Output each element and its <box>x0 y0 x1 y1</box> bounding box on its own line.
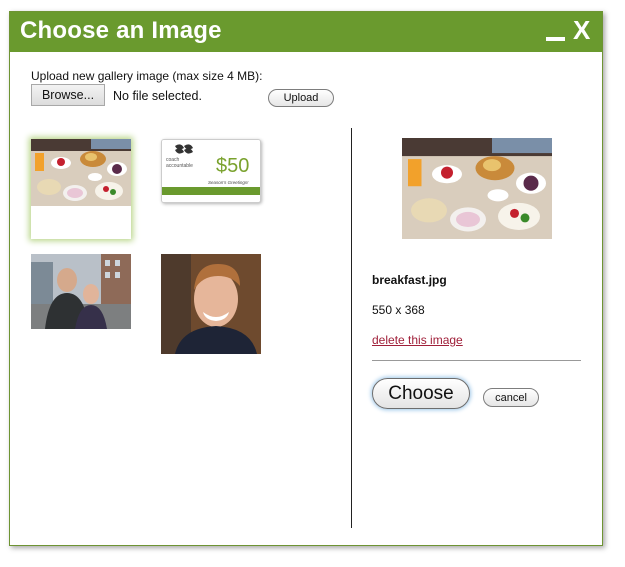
svg-text:accountable: accountable <box>166 163 193 169</box>
thumbnail-breakfast[interactable] <box>31 139 131 239</box>
selected-filename: breakfast.jpg <box>372 273 447 287</box>
breakfast-preview-photo <box>402 138 552 239</box>
dialog-title: Choose an Image <box>20 17 222 44</box>
upload-label: Upload new gallery image (max size 4 MB)… <box>31 69 263 83</box>
svg-text:Season's Greetings!: Season's Greetings! <box>208 180 249 185</box>
image-dimensions: 550 x 368 <box>372 303 425 317</box>
title-bar: Choose an Image X <box>10 12 602 52</box>
cancel-button[interactable]: cancel <box>483 388 539 407</box>
man-portrait-photo <box>161 254 261 354</box>
browse-button[interactable]: Browse... <box>31 84 105 106</box>
breakfast-photo <box>31 139 131 206</box>
minimize-icon[interactable] <box>546 37 565 41</box>
thumbnail-gift-card[interactable]: coach accountable $50 Season's Greetings… <box>161 139 261 203</box>
delete-image-link[interactable]: delete this image <box>372 333 463 347</box>
horizontal-divider <box>372 360 581 361</box>
choose-image-dialog: Choose an Image X Upload new gallery ima… <box>9 11 603 546</box>
upload-button[interactable]: Upload <box>268 89 334 107</box>
file-status-text: No file selected. <box>113 89 202 103</box>
gift-card-image: coach accountable $50 Season's Greetings… <box>162 140 260 202</box>
thumbnail-portrait[interactable] <box>161 254 261 354</box>
image-preview <box>402 138 552 239</box>
two-men-city-photo <box>31 254 131 329</box>
close-icon[interactable]: X <box>573 15 590 45</box>
choose-button[interactable]: Choose <box>372 378 470 409</box>
vertical-divider <box>351 128 352 528</box>
svg-text:$50: $50 <box>216 155 249 177</box>
thumbnail-two-men[interactable] <box>31 254 131 329</box>
